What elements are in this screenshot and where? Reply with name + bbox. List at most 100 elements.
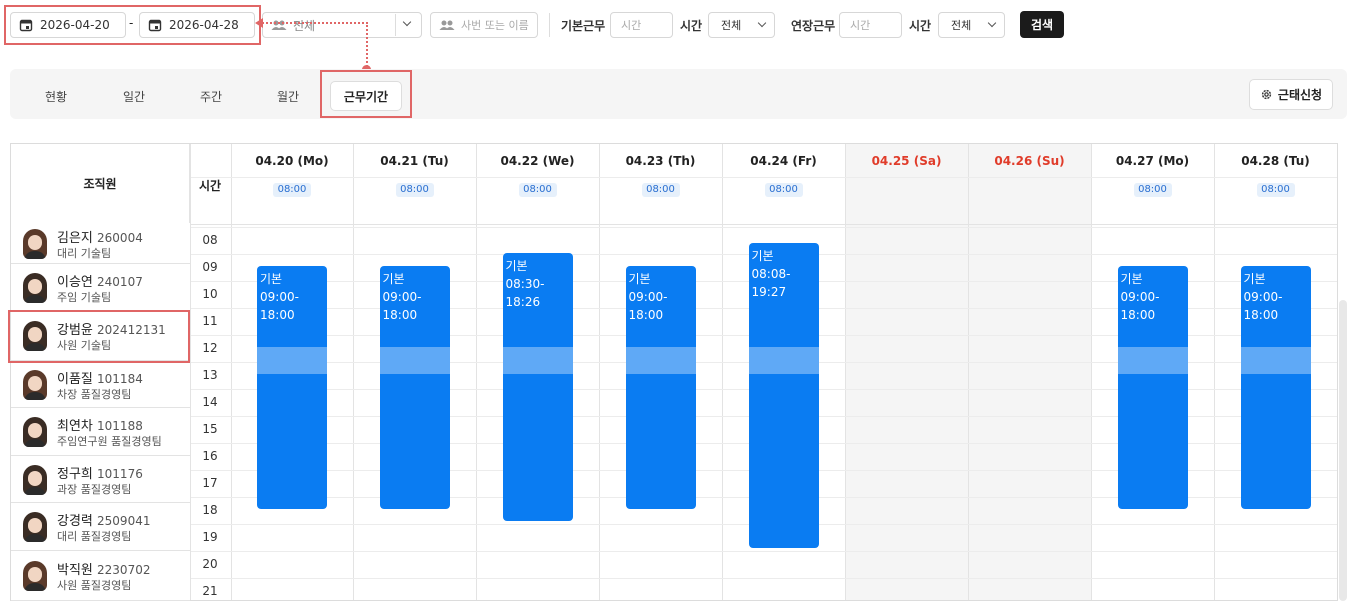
member-dept: 사원 품질경영팀 [57,579,132,592]
member-name: 정구희 101176 [57,463,143,482]
tab-daily[interactable]: 일간 [108,81,160,111]
avatar [23,228,47,259]
member-name: 이승연 240107 [57,271,143,290]
connector-horizontal [262,22,368,24]
member-name: 이품질 101184 [57,368,143,387]
member-dept: 사원 기술팀 [57,339,112,352]
basic-work-label: 기본근무 [561,19,606,33]
day-header: 04.24 (Fr) [750,154,817,168]
tab-work-period[interactable]: 근무기간 [330,81,402,111]
member-dept: 대리 품질경영팀 [57,530,132,543]
connector-arrowhead [255,18,263,28]
column-divider [722,144,723,600]
day-header: 04.27 (Mo) [1115,154,1190,168]
member-dept: 주임 기술팀 [57,290,112,304]
member-name-text: 이품질 [57,371,93,387]
member-name-text: 강범윤 [57,323,93,338]
date-start-field[interactable]: 2026-04-20 [10,12,126,38]
member-row[interactable]: 김은지 260004 대리 기술팀 [11,223,190,264]
hour-label: 16 [202,449,218,463]
column-divider [1091,144,1092,600]
shift-bar[interactable]: 기본 09:00-18:00 [625,266,696,510]
column-divider [1214,144,1215,600]
day-base-time: 08:00 [518,183,557,197]
overtime-select[interactable]: 전체 [938,12,1005,38]
hour-row-line [191,227,1337,228]
shift-label: 기본 08:30-18:26 [505,258,545,309]
day-base-time: 08:00 [1256,183,1295,197]
member-name-text: 박직원 [57,563,93,578]
shift-label: 기본 08:08-19:27 [751,248,791,299]
avatar [23,321,47,351]
avatar [23,369,47,400]
leave-request-label: 근태신청 [1277,88,1323,102]
hour-label: 18 [202,503,218,517]
date-start-value: 2026-04-20 [40,18,110,32]
member-name: 최연차 101188 [57,415,143,434]
member-dept: 대리 기술팀 [57,246,112,260]
member-row[interactable]: 강경력 2509041 대리 품질경영팀 [11,503,190,551]
member-id: 101184 [97,371,143,386]
search-button[interactable]: 검색 [1020,11,1064,38]
member-id: 2509041 [97,514,151,528]
employee-search-input[interactable]: 사번 또는 이름 [430,12,538,38]
shift-bar[interactable]: 기본 08:08-19:27 [748,242,819,549]
member-name-text: 강경력 [57,514,93,529]
member-id: 240107 [97,274,143,289]
day-header: 04.28 (Tu) [1241,154,1310,168]
tab-monthly[interactable]: 월간 [262,81,314,111]
member-row[interactable]: 이승연 240107 주임 기술팀 [11,264,190,311]
shift-label: 기본 09:00-18:00 [382,272,422,323]
overtime-select-value: 전체 [951,19,972,32]
lunch-break [625,347,696,375]
shift-bar[interactable]: 기본 08:30-18:26 [502,252,573,521]
basic-select-value: 전체 [721,19,742,32]
member-name: 박직원 2230702 [57,559,150,578]
calendar-icon [19,19,33,32]
hour-row-line [191,578,1337,579]
shift-bar[interactable]: 기본 09:00-18:00 [1117,266,1188,510]
hour-label: 10 [202,287,218,301]
date-end-field[interactable]: 2026-04-28 [139,12,255,38]
member-id: 101188 [97,419,143,433]
member-row[interactable]: 강범윤 202412131 사원 기술팀 [11,311,190,361]
basic-select[interactable]: 전체 [708,12,775,38]
hour-label: 20 [202,557,218,571]
member-name-text: 정구희 [57,466,93,482]
overtime-time-input[interactable]: 시간 [839,12,902,38]
hour-label: 15 [202,422,218,436]
members-header-cell: 조직원 [11,144,190,224]
column-divider [968,144,969,600]
tab-status[interactable]: 현황 [30,81,82,111]
lunch-break [379,347,450,375]
member-row[interactable]: 이품질 101184 차장 품질경영팀 [11,361,190,408]
member-name: 김은지 260004 [57,227,143,246]
shift-bar[interactable]: 기본 09:00-18:00 [379,266,450,510]
shift-bar[interactable]: 기본 09:00-18:00 [1240,266,1311,510]
org-select-value: 전체 [293,18,316,33]
shift-label: 기본 09:00-18:00 [628,272,668,323]
shift-bar[interactable]: 기본 09:00-18:00 [257,266,327,510]
leave-request-button[interactable]: 근태신청 [1249,79,1333,110]
basic-time-input[interactable]: 시간 [610,12,673,38]
member-name: 강범윤 202412131 [57,319,166,338]
weekend-column [845,144,968,600]
tab-weekly[interactable]: 주간 [185,81,237,111]
scrollbar-thumb[interactable] [1339,300,1347,601]
hour-label: 17 [202,476,218,490]
avatar [23,512,47,542]
basic-time-label: 시간 [680,19,703,33]
avatar [23,464,47,495]
member-row[interactable]: 박직원 2230702 사원 품질경영팀 [11,551,190,601]
avatar [23,561,47,591]
member-id: 260004 [97,230,143,245]
hour-label: 21 [202,584,218,598]
date-separator: - [129,16,134,30]
member-row[interactable]: 최연차 101188 주임연구원 품질경영팀 [11,408,190,456]
day-header: 04.20 (Mo) [255,154,329,168]
org-select[interactable]: 전체 [262,12,422,38]
lunch-break [257,347,327,375]
members-header: 조직원 [83,177,117,191]
member-row[interactable]: 정구희 101176 과장 품질경영팀 [11,456,190,503]
hour-label: 19 [202,530,218,544]
